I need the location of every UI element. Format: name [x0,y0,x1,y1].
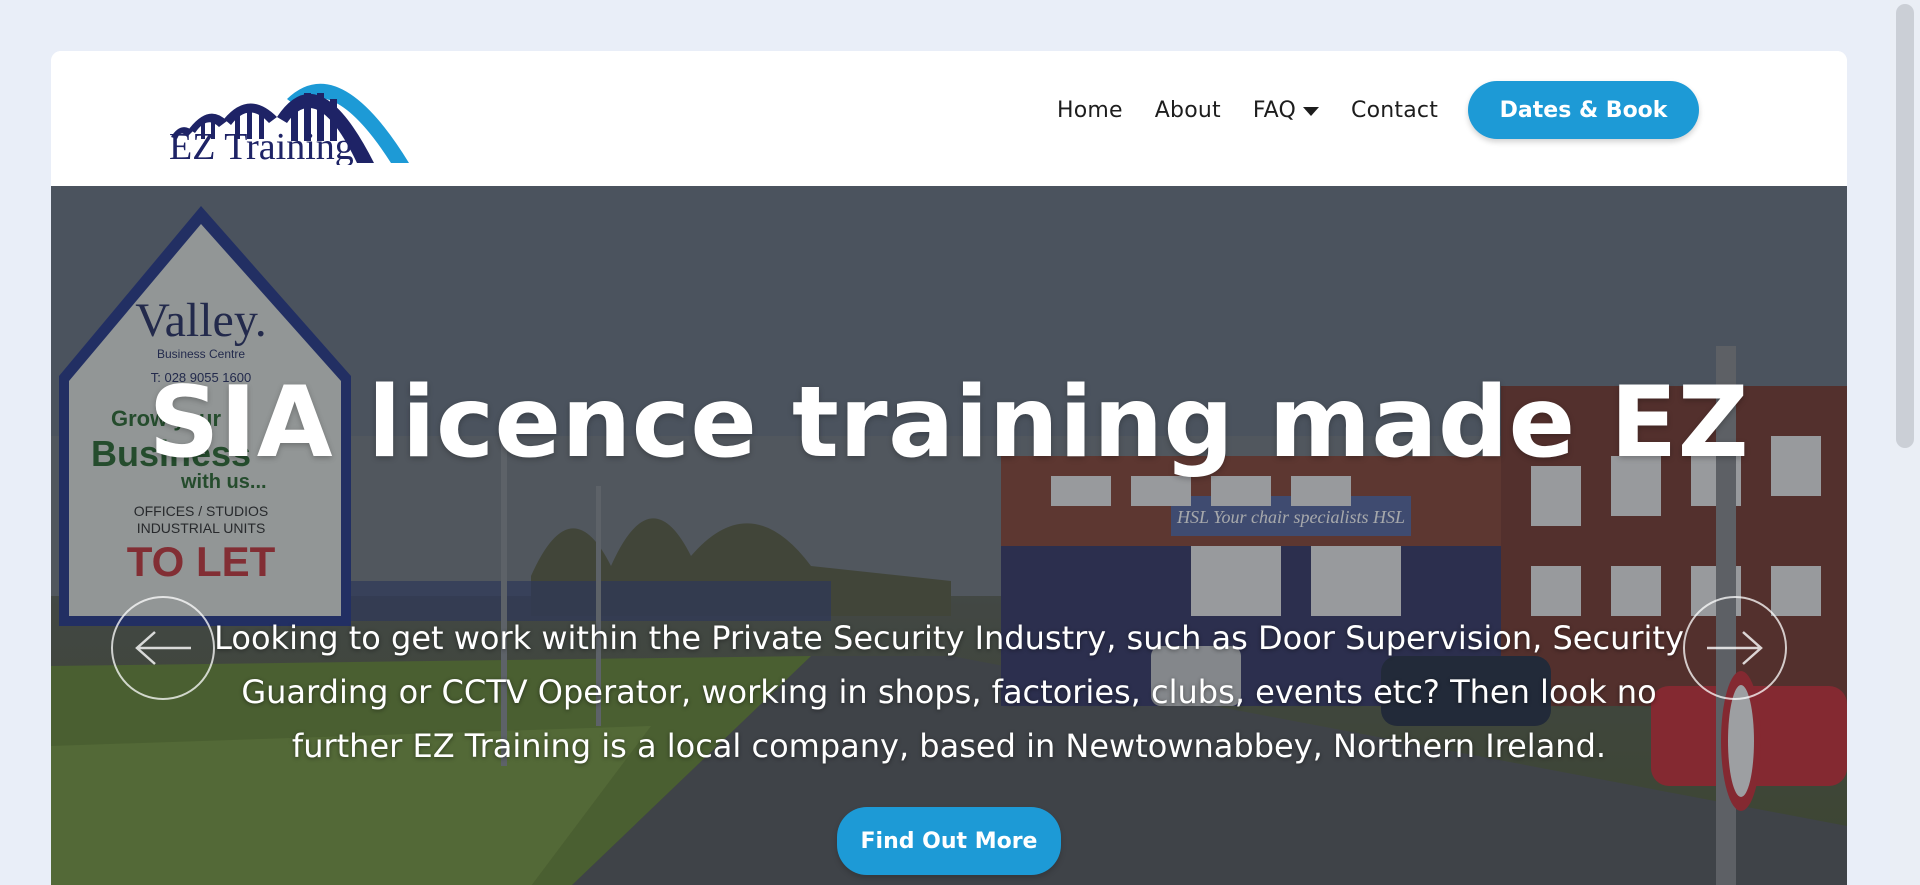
site-card: EZ Training Home About FAQ Contact Dates… [51,51,1847,885]
navbar: EZ Training Home About FAQ Contact Dates… [51,51,1847,186]
carousel-next-button[interactable] [1683,596,1787,700]
hero-title: SIA licence training made EZ [148,366,1750,480]
nav-faq-dropdown[interactable]: FAQ [1252,97,1320,123]
nav-home-link[interactable]: Home [1057,98,1123,123]
main-nav: Home About FAQ Contact Dates & Book [1057,80,1700,140]
nav-contact-link[interactable]: Contact [1351,98,1438,123]
nav-contact-label: Contact [1351,97,1439,123]
caret-down-icon [1303,106,1320,116]
nav-about-label: About [1154,97,1221,123]
find-out-more-button[interactable]: Find Out More [837,807,1061,875]
hero-overlay [51,186,1847,885]
page: EZ Training Home About FAQ Contact Dates… [0,0,1920,885]
nav-home-label: Home [1057,97,1123,123]
site-logo[interactable]: EZ Training [169,59,419,165]
arrow-left-icon [135,631,191,665]
dates-book-button[interactable]: Dates & Book [1468,81,1700,139]
nav-about-link[interactable]: About [1155,98,1221,123]
hero-carousel: Valley. Business Centre T: 028 9055 1600… [51,186,1847,885]
scrollbar-thumb[interactable] [1896,4,1914,448]
page-scrollbar[interactable] [1890,0,1920,885]
bridge-arches-logo: EZ Training [169,83,409,165]
hero-description: Looking to get work within the Private S… [214,619,1684,765]
arrow-right-icon [1707,631,1763,665]
logo-text: EZ Training [169,126,354,165]
carousel-prev-button[interactable] [111,596,215,700]
nav-faq-label: FAQ [1252,97,1297,123]
